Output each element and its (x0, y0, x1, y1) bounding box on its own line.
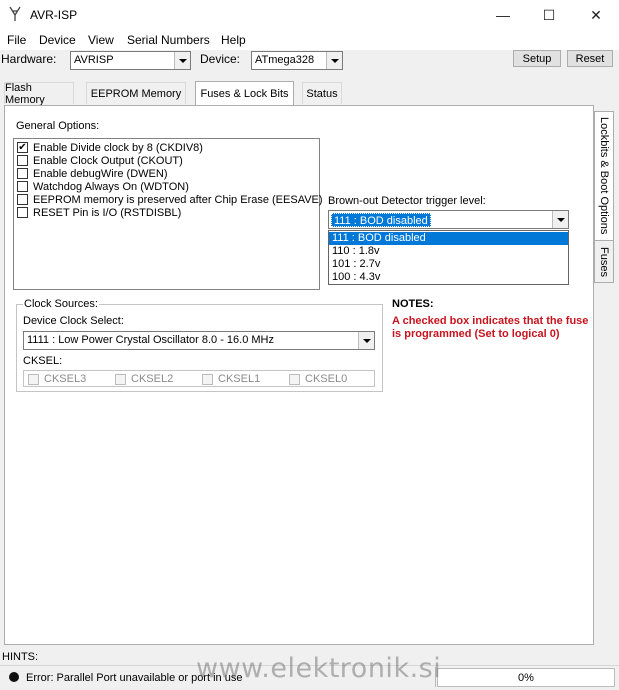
progress-indicator: 0% (437, 668, 615, 687)
option-wdton[interactable]: Watchdog Always On (WDTON) (17, 180, 189, 193)
chevron-down-icon[interactable] (174, 52, 190, 69)
bod-option[interactable]: 111 : BOD disabled (329, 232, 568, 245)
bod-select[interactable]: 111 : BOD disabled (328, 210, 569, 229)
menu-file[interactable]: File (7, 33, 26, 47)
clock-sources-title: Clock Sources: (23, 298, 99, 310)
bod-dropdown-list: 111 : BOD disabled 110 : 1.8v 101 : 2.7v… (328, 230, 569, 285)
bod-label: Brown-out Detector trigger level: (328, 195, 486, 207)
menu-bar: File Device View Serial Numbers Help (0, 30, 619, 50)
option-label: EEPROM memory is preserved after Chip Er… (33, 193, 323, 206)
hints-label: HINTS: (2, 651, 39, 663)
general-options-label: General Options: (16, 120, 100, 132)
option-dwen[interactable]: Enable debugWire (DWEN) (17, 167, 168, 180)
checkbox-disabled-icon (115, 373, 126, 385)
option-label: Enable Divide clock by 8 (CKDIV8) (33, 141, 203, 154)
clock-select[interactable]: 1111 : Low Power Crystal Oscillator 8.0 … (23, 331, 375, 350)
hardware-value: AVRISP (74, 54, 114, 66)
cksel-box: CKSEL3 CKSEL2 CKSEL1 CKSEL0 (23, 370, 375, 387)
option-eesave[interactable]: EEPROM memory is preserved after Chip Er… (17, 193, 323, 206)
bod-option[interactable]: 100 : 4.3v (329, 271, 568, 284)
chevron-down-icon[interactable] (326, 52, 342, 69)
bod-option[interactable]: 110 : 1.8v (329, 245, 568, 258)
option-label: Watchdog Always On (WDTON) (33, 180, 189, 193)
close-button[interactable]: ✕ (573, 0, 619, 30)
device-value: ATmega328 (255, 54, 315, 66)
status-indicator-icon (9, 672, 19, 682)
tab-fuses-lock-bits[interactable]: Fuses & Lock Bits (195, 81, 294, 105)
option-ckout[interactable]: Enable Clock Output (CKOUT) (17, 154, 183, 167)
clock-select-label: Device Clock Select: (23, 315, 124, 327)
cksel-label-text: CKSEL3 (44, 373, 87, 385)
device-label: Device: (200, 52, 241, 66)
checkbox-icon[interactable] (17, 155, 28, 166)
tab-fuses[interactable]: Fuses (594, 240, 614, 283)
tab-flash-memory[interactable]: Flash Memory (4, 82, 74, 106)
hardware-select[interactable]: AVRISP (70, 51, 191, 70)
reset-button[interactable]: Reset (567, 50, 613, 67)
app-icon (9, 6, 21, 21)
tab-lockbits-label: Lockbits & Boot Options (598, 117, 610, 235)
menu-serial-numbers[interactable]: Serial Numbers (127, 33, 210, 47)
checkbox-disabled-icon (289, 373, 300, 385)
cksel2-checkbox[interactable]: CKSEL2 (115, 373, 173, 385)
notes-text: A checked box indicates that the fuse is… (392, 315, 589, 340)
maximize-icon: ☐ (542, 6, 556, 23)
options-list: ✔ Enable Divide clock by 8 (CKDIV8) Enab… (13, 138, 323, 290)
cksel-label-text: CKSEL1 (218, 373, 261, 385)
checkbox-disabled-icon (28, 373, 39, 385)
checkbox-icon[interactable] (17, 168, 28, 179)
cksel-label: CKSEL: (23, 355, 63, 367)
minimize-button[interactable]: — (480, 0, 526, 30)
tab-fuses-label: Fuses (598, 246, 610, 277)
menu-help[interactable]: Help (221, 33, 246, 47)
cksel-label-text: CKSEL0 (305, 373, 348, 385)
checkbox-checked-icon[interactable]: ✔ (17, 142, 28, 153)
bod-option[interactable]: 101 : 2.7v (329, 258, 568, 271)
option-ckdiv8[interactable]: ✔ Enable Divide clock by 8 (CKDIV8) (17, 141, 203, 154)
option-rstdisbl[interactable]: RESET Pin is I/O (RSTDISBL) (17, 206, 181, 219)
cksel1-checkbox[interactable]: CKSEL1 (202, 373, 260, 385)
menu-view[interactable]: View (88, 33, 114, 47)
cksel3-checkbox[interactable]: CKSEL3 (28, 373, 86, 385)
clock-select-value: 1111 : Low Power Crystal Oscillator 8.0 … (27, 334, 274, 346)
notes-title: NOTES: (392, 298, 434, 310)
bod-selected-value: 111 : BOD disabled (331, 213, 431, 227)
cksel0-checkbox[interactable]: CKSEL0 (289, 373, 347, 385)
setup-button[interactable]: Setup (513, 50, 561, 67)
option-label: Enable debugWire (DWEN) (33, 167, 168, 180)
tab-eeprom-memory[interactable]: EEPROM Memory (86, 82, 186, 104)
tab-status[interactable]: Status (302, 82, 342, 104)
checkbox-icon[interactable] (17, 194, 28, 205)
maximize-button[interactable]: ☐ (526, 0, 572, 30)
cksel-label-text: CKSEL2 (131, 373, 174, 385)
minimize-icon: — (496, 7, 510, 23)
checkbox-disabled-icon (202, 373, 213, 385)
option-label: Enable Clock Output (CKOUT) (33, 154, 183, 167)
chevron-down-icon[interactable] (552, 211, 568, 228)
chevron-down-icon[interactable] (358, 332, 374, 349)
close-icon: ✕ (590, 6, 602, 23)
watermark: www.elektronik.si (196, 653, 442, 684)
checkbox-icon[interactable] (17, 181, 28, 192)
tab-lockbits-boot-options[interactable]: Lockbits & Boot Options (594, 111, 614, 241)
option-label: RESET Pin is I/O (RSTDISBL) (33, 206, 182, 219)
window-title: AVR-ISP (30, 8, 78, 22)
device-select[interactable]: ATmega328 (251, 51, 343, 70)
hardware-label: Hardware: (1, 52, 57, 66)
menu-device[interactable]: Device (39, 33, 76, 47)
checkbox-icon[interactable] (17, 207, 28, 218)
